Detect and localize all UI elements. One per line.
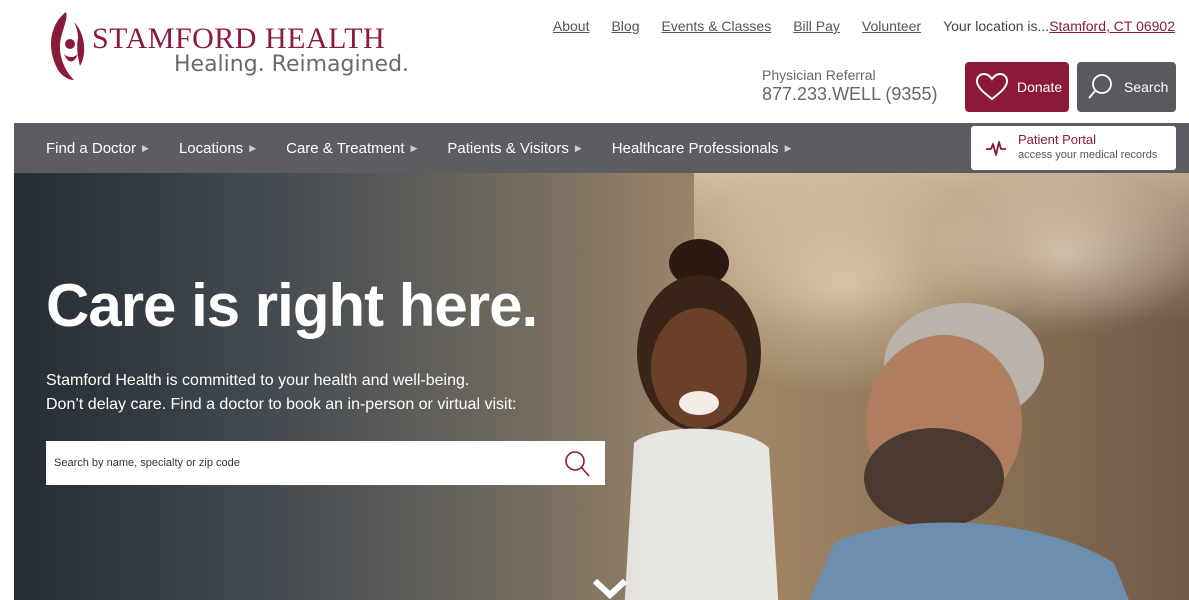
nav-label: Care & Treatment	[286, 139, 405, 157]
referral-phone[interactable]: 877.233.WELL (9355)	[762, 84, 937, 105]
donate-button[interactable]: Donate	[965, 62, 1069, 112]
chevron-down-icon[interactable]	[592, 578, 628, 600]
doctor-search-input[interactable]	[46, 441, 556, 485]
hero-line-2: Don’t delay care. Find a doctor to book …	[46, 396, 517, 413]
utility-links: About Blog Events & Classes Bill Pay Vol…	[531, 18, 1175, 34]
logo[interactable]: STAMFORD HEALTH Healing. Reimagined.	[44, 8, 409, 98]
physician-referral: Physician Referral 877.233.WELL (9355)	[762, 67, 937, 105]
nav-items: Find a Doctor ▶ Locations ▶ Care & Treatme…	[46, 123, 821, 173]
main-nav: Find a Doctor ▶ Locations ▶ Care & Treatme…	[14, 123, 1189, 173]
link-about[interactable]: About	[553, 18, 590, 34]
caret-right-icon: ▶	[142, 143, 149, 154]
nav-item-healthcare-professionals[interactable]: Healthcare Professionals ▶	[612, 140, 792, 157]
link-volunteer[interactable]: Volunteer	[862, 18, 921, 34]
nav-item-patients-visitors[interactable]: Patients & Visitors ▶	[447, 140, 581, 157]
heart-icon	[975, 72, 1009, 101]
hero-line-1: Stamford Health is committed to your hea…	[46, 372, 470, 389]
patient-portal-button[interactable]: Patient Portal access your medical recor…	[971, 126, 1176, 170]
link-events-classes[interactable]: Events & Classes	[662, 18, 772, 34]
caret-right-icon: ▶	[249, 143, 257, 154]
search-submit-button[interactable]	[562, 449, 592, 484]
link-bill-pay[interactable]: Bill Pay	[793, 18, 840, 34]
brand-name: STAMFORD HEALTH	[92, 22, 386, 55]
search-label: Search	[1124, 79, 1169, 95]
caret-right-icon: ▶	[574, 143, 582, 154]
hero-description: Stamford Health is committed to your hea…	[46, 369, 516, 417]
location-prefix: Your location is...	[943, 18, 1050, 34]
nav-item-find-a-doctor[interactable]: Find a Doctor ▶	[46, 140, 149, 157]
link-blog[interactable]: Blog	[611, 18, 639, 34]
logo-mark-icon	[51, 12, 85, 80]
nav-label: Find a Doctor	[46, 139, 137, 157]
heartbeat-icon	[986, 141, 1006, 156]
caret-right-icon: ▶	[410, 143, 418, 154]
search-button[interactable]: Search	[1077, 62, 1176, 112]
nav-label: Locations	[178, 139, 244, 157]
location-label: Your location is...Stamford, CT 06902	[943, 18, 1175, 34]
nav-item-locations[interactable]: Locations ▶	[179, 140, 256, 157]
portal-subtitle: access your medical records	[1018, 149, 1158, 161]
location-link[interactable]: Stamford, CT 06902	[1049, 18, 1175, 34]
brand-tagline: Healing. Reimagined.	[174, 52, 410, 77]
search-icon	[565, 451, 590, 477]
site-header: STAMFORD HEALTH Healing. Reimagined. Abo…	[0, 0, 1189, 123]
hero-title: Care is right here.	[46, 272, 538, 339]
portal-title: Patient Portal	[1018, 132, 1097, 147]
hero-banner: Care is right here. Stamford Health is c…	[14, 173, 1189, 600]
referral-label: Physician Referral	[762, 67, 876, 83]
magnifier-icon	[1088, 74, 1112, 99]
hero-photo-man	[809, 303, 1129, 600]
doctor-search	[46, 441, 605, 485]
caret-right-icon: ▶	[784, 143, 792, 154]
nav-label: Patients & Visitors	[447, 139, 569, 157]
donate-label: Donate	[1017, 79, 1063, 95]
nav-label: Healthcare Professionals	[611, 139, 779, 157]
nav-item-care-treatment[interactable]: Care & Treatment ▶	[286, 140, 417, 157]
